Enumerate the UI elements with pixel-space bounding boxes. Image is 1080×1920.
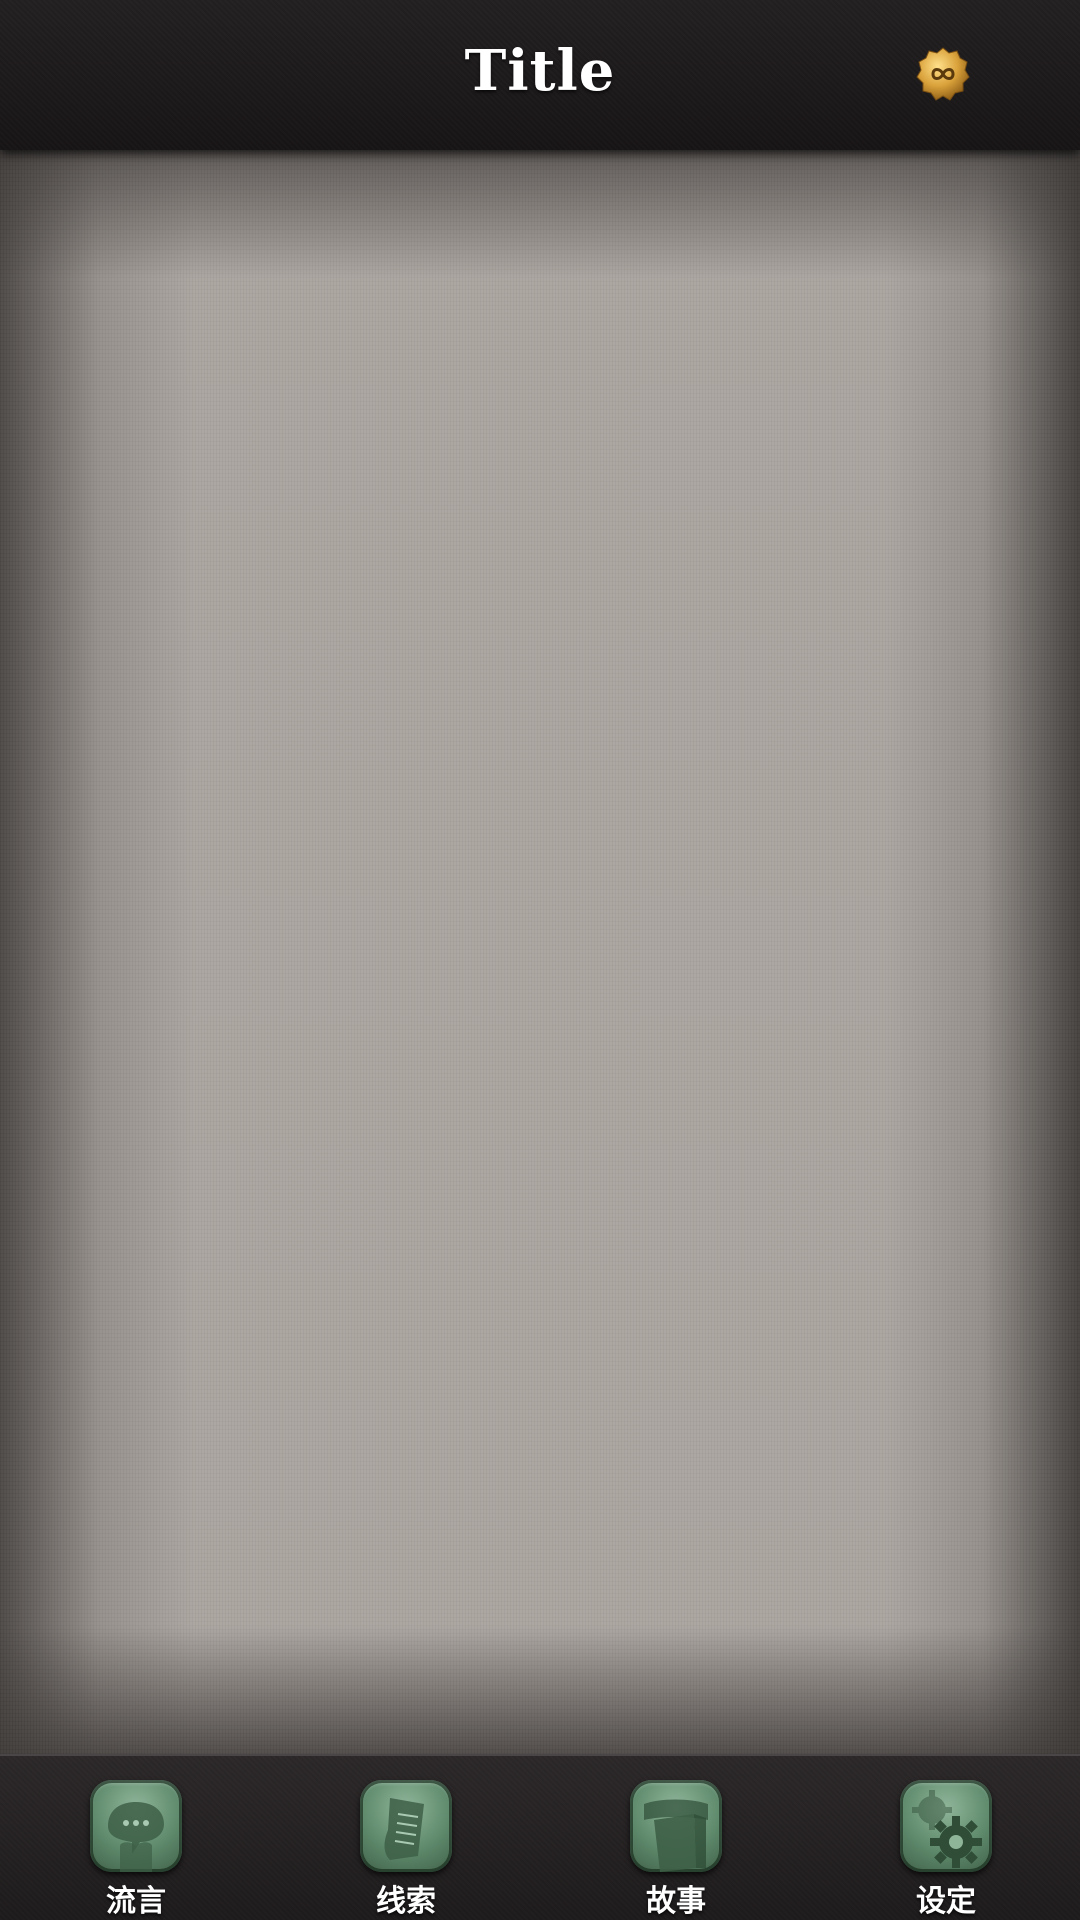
tab-settings[interactable]: 设定	[876, 1756, 1016, 1920]
infinity-badge-button[interactable]	[914, 45, 972, 103]
tab-clues[interactable]: 线索	[336, 1756, 476, 1920]
tab-label: 线索	[376, 1884, 436, 1919]
tab-label: 故事	[646, 1884, 706, 1919]
tab-rumors[interactable]: 流言	[66, 1756, 206, 1920]
document-icon	[360, 1780, 452, 1872]
app-screen: Title 流言 线索 故事 设定	[0, 0, 1080, 1920]
infinity-icon	[916, 47, 970, 101]
bottom-tab-bar: 流言 线索 故事 设定	[0, 1754, 1080, 1920]
book-icon	[630, 1780, 722, 1872]
tab-label: 设定	[916, 1884, 976, 1919]
gear-icon	[900, 1780, 992, 1872]
top-navigation-bar: Title	[0, 0, 1080, 150]
chat-bubble-icon	[90, 1780, 182, 1872]
tab-stories[interactable]: 故事	[606, 1756, 746, 1920]
content-area	[0, 150, 1080, 1754]
tab-label: 流言	[106, 1884, 166, 1919]
